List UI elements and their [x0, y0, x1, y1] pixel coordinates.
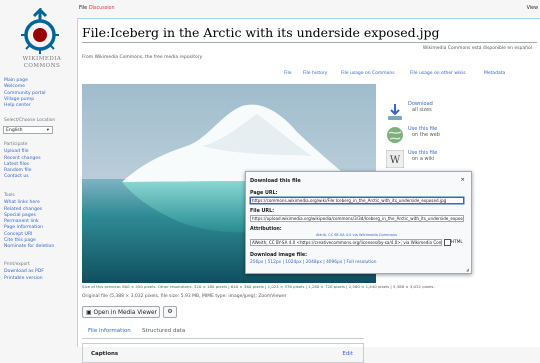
print-download-pdf[interactable]: Download as PDF: [4, 269, 44, 275]
language-select-value: English: [6, 128, 23, 133]
print-export-heading: Print/export: [4, 262, 30, 267]
top-tabs: File Discussion View: [77, 0, 540, 18]
image-icon: ▣: [86, 309, 92, 316]
print-printable-version[interactable]: Printable version: [4, 276, 44, 282]
svg-text:W: W: [390, 155, 401, 166]
tab-discussion[interactable]: Discussion: [89, 6, 115, 11]
tool-nominate-deletion[interactable]: Nominate for deletion: [4, 244, 54, 250]
download-dialog: Download this file × Page URL: https://c…: [245, 171, 472, 274]
site-subtitle: From Wikimedia Commons, the free media r…: [82, 55, 203, 60]
file-tab-history[interactable]: File history: [303, 71, 327, 76]
download-icon: [388, 104, 402, 120]
reuse-web-label[interactable]: Use this file on the web: [408, 126, 440, 138]
reuse-download-label[interactable]: Download all sizes: [408, 101, 433, 113]
reuse-web[interactable]: [386, 126, 404, 146]
file-tab-usage-commons[interactable]: File usage on Commons: [341, 71, 395, 76]
file-tab-file[interactable]: File: [284, 71, 292, 76]
image-size-links[interactable]: 256px | 512px | 1024px | 2048px | 4096px…: [250, 260, 377, 265]
language-heading-group: Select/Choose Location: [4, 118, 55, 125]
captions-edit-link[interactable]: Edit: [342, 351, 353, 357]
resize-handle-icon[interactable]: ◢: [466, 267, 469, 272]
nav-community-portal[interactable]: Community portal: [4, 91, 46, 97]
tab-file-information[interactable]: File information: [88, 328, 131, 334]
dialog-title: Download this file: [250, 178, 301, 184]
captions-heading: Captions: [91, 351, 119, 357]
sidebar: WIKIMEDIA COMMONS Main page Welcome Comm…: [0, 0, 77, 347]
info-tabs: File information Structured data: [82, 326, 364, 339]
file-tab-usage-other[interactable]: File usage on other wikis: [410, 71, 466, 76]
tab-structured-data[interactable]: Structured data: [142, 328, 185, 334]
original-file-info[interactable]: Original file (5,388 × 3,032 pixels, fil…: [82, 294, 287, 299]
language-heading: Select/Choose Location: [4, 118, 56, 123]
captions-box: Captions Edit: [82, 343, 364, 363]
html-checkbox[interactable]: [444, 239, 451, 246]
nav-help-center[interactable]: Help center: [4, 103, 46, 109]
page-url-field[interactable]: https://commons.wikimedia.org/wiki/File:…: [250, 197, 464, 204]
page-title: File:Iceberg in the Arctic with its unde…: [82, 25, 440, 40]
download-image-label: Download image file:: [250, 253, 308, 258]
attribution-field[interactable]: AWeith, CC BY-SA 4.0 <https://creativeco…: [250, 239, 442, 246]
file-tab-metadata[interactable]: Metadata: [484, 71, 505, 76]
language-select[interactable]: English ▾: [3, 126, 53, 134]
attribution-hint[interactable]: Attrib, CC BY-SA 4.0 via Wikimedia Commo…: [316, 233, 397, 237]
print-export-group: Print/export Download as PDF Printable v…: [4, 262, 44, 282]
open-media-viewer-label: Open in Media Viewer: [93, 310, 157, 316]
reuse-download[interactable]: [386, 103, 404, 123]
globe-icon: [387, 127, 403, 143]
page-url-label: Page URL:: [250, 191, 278, 196]
html-checkbox-label: HTML: [451, 239, 463, 244]
wikimedia-commons-logo[interactable]: [17, 8, 63, 56]
reuse-wiki[interactable]: W: [385, 149, 405, 170]
open-media-viewer-button[interactable]: ▣ Open in Media Viewer: [82, 306, 160, 318]
preview-size-note[interactable]: Size of this preview: 800 × 450 pixels. …: [82, 284, 435, 289]
settings-button[interactable]: ⚙: [163, 306, 177, 318]
tab-file[interactable]: File: [79, 6, 87, 11]
nav-recent-changes[interactable]: Recent changes: [4, 156, 41, 162]
tools-heading: Tools: [4, 193, 15, 198]
main-navigation: Main page Welcome Community portal Villa…: [4, 78, 46, 109]
participate-group: Participate Upload file Recent changes L…: [4, 142, 41, 181]
participate-heading: Participate: [4, 142, 28, 147]
gear-icon: ⚙: [167, 309, 173, 315]
chevron-down-icon: ▾: [46, 128, 49, 133]
attribution-label: Attribution:: [250, 227, 282, 232]
close-icon[interactable]: ×: [460, 177, 465, 183]
file-url-field[interactable]: https://upload.wikimedia.org/wikipedia/c…: [250, 215, 464, 222]
logo-text: WIKIMEDIA COMMONS: [22, 56, 62, 69]
title-divider: [82, 42, 537, 43]
language-notice[interactable]: Wikimedia Commons está disponible en esp…: [423, 46, 532, 51]
tools-group: Tools What links here Related changes Sp…: [4, 193, 54, 251]
wikipedia-icon: W: [385, 149, 405, 169]
nav-contact-us[interactable]: Contact us: [4, 174, 41, 180]
file-url-label: File URL:: [250, 209, 275, 214]
reuse-wiki-label[interactable]: Use this file on a wiki: [408, 150, 437, 162]
tab-view[interactable]: View: [527, 6, 538, 11]
